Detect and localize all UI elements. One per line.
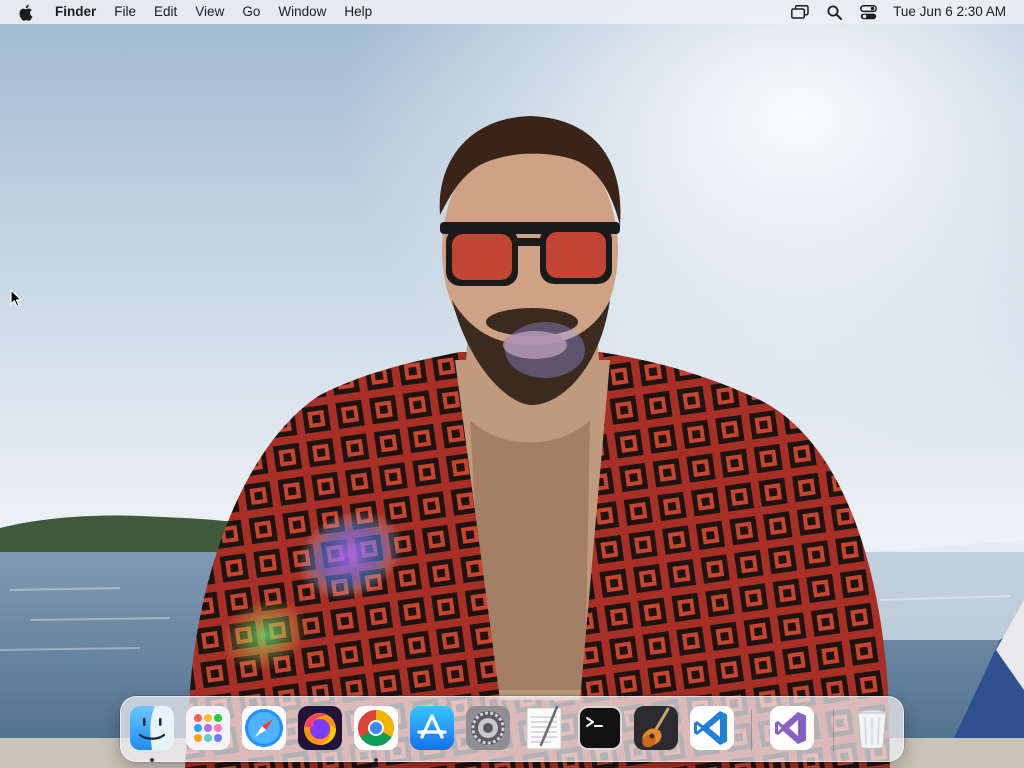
dock-system-preferences[interactable]	[465, 705, 511, 751]
mouse-pointer-icon	[10, 289, 22, 307]
visual-studio-icon	[770, 706, 814, 750]
finder-icon	[130, 706, 174, 750]
system-preferences-icon	[466, 706, 510, 750]
menu-bar-left: Finder File Edit View Go Window Help	[18, 0, 381, 24]
dock-chrome[interactable]	[353, 705, 399, 762]
dock-separator	[833, 709, 834, 751]
menu-bar-clock[interactable]: Tue Jun 6 2:30 AM	[885, 0, 1014, 24]
garageband-icon	[634, 706, 678, 750]
apple-menu-icon[interactable]	[18, 3, 34, 21]
dock-garageband[interactable]	[633, 705, 679, 751]
safari-icon	[242, 706, 286, 750]
menu-file[interactable]: File	[105, 0, 145, 24]
menu-go[interactable]: Go	[233, 0, 269, 24]
app-store-icon	[410, 706, 454, 750]
menu-edit[interactable]: Edit	[145, 0, 186, 24]
spotlight-search-icon[interactable]	[817, 0, 851, 24]
menu-help[interactable]: Help	[335, 0, 381, 24]
running-indicator	[150, 758, 154, 762]
menu-finder[interactable]: Finder	[46, 0, 105, 24]
dock-launchpad[interactable]	[185, 705, 231, 751]
screen-mirroring-icon[interactable]	[783, 0, 817, 24]
menu-window[interactable]: Window	[269, 0, 335, 24]
trash-icon	[857, 709, 887, 749]
dock-visual-studio[interactable]	[769, 705, 815, 751]
dock-vscode[interactable]	[689, 705, 735, 751]
textedit-icon	[526, 705, 562, 750]
chrome-icon	[354, 706, 398, 750]
launchpad-icon	[186, 706, 230, 750]
dock-textedit[interactable]	[521, 705, 567, 751]
dock-trash[interactable]	[849, 705, 895, 751]
dock-terminal[interactable]	[577, 705, 623, 751]
dock-firefox[interactable]	[297, 705, 343, 751]
vscode-icon	[690, 706, 734, 750]
menu-bar: Finder File Edit View Go Window Help Tue…	[0, 0, 1024, 24]
running-indicator	[374, 758, 378, 762]
control-center-icon[interactable]	[851, 0, 885, 24]
dock-finder[interactable]	[129, 705, 175, 762]
desktop-wallpaper	[0, 0, 1024, 768]
dock-safari[interactable]	[241, 705, 287, 751]
terminal-icon	[578, 706, 622, 750]
firefox-icon	[298, 706, 342, 750]
menu-view[interactable]: View	[186, 0, 233, 24]
menu-bar-right: Tue Jun 6 2:30 AM	[783, 0, 1014, 24]
dock	[120, 696, 904, 762]
dock-separator	[751, 709, 752, 751]
dock-app-store[interactable]	[409, 705, 455, 751]
